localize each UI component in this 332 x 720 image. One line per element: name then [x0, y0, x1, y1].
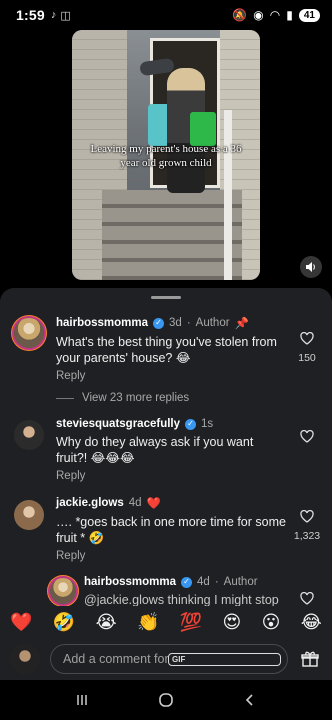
back-icon[interactable] — [243, 693, 257, 707]
my-avatar — [10, 644, 40, 674]
reply-button[interactable]: Reply — [56, 370, 286, 382]
signal-icon: ▮ — [286, 8, 293, 22]
avatar[interactable] — [14, 420, 44, 450]
green-bag — [190, 112, 216, 146]
location-icon: ◉ — [253, 8, 264, 22]
divider — [56, 397, 74, 399]
comment-text: What's the best thing you've stolen from… — [56, 335, 277, 365]
comment-input-placeholder: Add a comment for hairbossm… — [63, 652, 168, 666]
comment-username[interactable]: jackie.glows — [56, 497, 124, 509]
author-tag: Author — [223, 576, 258, 588]
status-time: 1:59 — [16, 7, 45, 23]
comment-username[interactable]: steviesquatsgracefully — [56, 418, 180, 430]
heart-icon[interactable] — [300, 509, 314, 523]
gift-button[interactable] — [298, 647, 322, 671]
tiktok-icon: ♪ — [50, 8, 57, 21]
avatar[interactable] — [14, 500, 44, 530]
heart-reaction-icon: ❤️ — [146, 498, 161, 510]
wifi-icon: ◠ — [269, 8, 281, 22]
status-bar: 1:59 ♪ ◫ 🔕 ◉ ◠ ▮ 41 — [0, 0, 332, 30]
stairs — [102, 190, 242, 280]
emoji-rofl[interactable]: 🤣 — [53, 612, 75, 633]
view-replies-label: View 23 more replies — [82, 392, 190, 404]
heart-icon[interactable] — [300, 591, 314, 605]
comment-time: 4d — [128, 497, 142, 509]
like-control — [292, 429, 322, 448]
avatar[interactable] — [14, 318, 44, 348]
like-count: 1,323 — [293, 530, 321, 542]
recording-icon: ◫ — [60, 9, 71, 22]
system-nav-bar — [0, 680, 332, 720]
emoji-heart-eyes[interactable]: 😍 — [223, 612, 242, 633]
verified-icon: ✓ — [185, 418, 197, 430]
emoji-crying[interactable]: 😭 — [96, 612, 117, 633]
railing — [224, 110, 232, 280]
view-replies[interactable]: View 23 more replies — [56, 392, 189, 404]
comment-text: Why do they always ask if you want fruit… — [56, 435, 254, 465]
comment-input[interactable]: Add a comment for hairbossm… GIF — [50, 644, 288, 674]
video-area: Leaving my parent's house as a 36 year o… — [0, 30, 332, 288]
avatar[interactable] — [50, 578, 76, 604]
emoji-joy[interactable]: 😂 — [301, 612, 322, 633]
comment-username[interactable]: hairbossmomma — [84, 576, 176, 588]
video-caption: Leaving my parent's house as a 36 year o… — [90, 143, 242, 169]
comment-time: 4d — [197, 576, 210, 588]
comment-time: 3d — [169, 317, 182, 329]
gif-button[interactable]: GIF — [168, 652, 281, 666]
reply-button[interactable]: Reply — [56, 550, 286, 562]
reply-button[interactable]: Reply — [56, 470, 286, 482]
home-icon[interactable] — [158, 692, 174, 708]
emoji-heart[interactable]: ❤️ — [10, 612, 32, 633]
emoji-surprised[interactable]: 😮 — [262, 612, 281, 633]
emoji-hundred[interactable]: 💯 — [180, 612, 202, 633]
comment-composer: Add a comment for hairbossm… GIF — [0, 638, 332, 680]
recent-apps-icon[interactable] — [75, 693, 89, 707]
drag-handle[interactable] — [151, 296, 181, 299]
heart-icon[interactable] — [300, 429, 314, 443]
pin-icon: 📌 — [234, 318, 249, 330]
speaker-icon — [306, 262, 315, 272]
gift-icon — [301, 651, 319, 667]
verified-icon: ✓ — [181, 576, 193, 588]
battery-indicator: 41 — [298, 8, 320, 22]
comment-text: …. *goes back in one more time for some … — [56, 515, 286, 545]
like-count: 150 — [298, 352, 316, 364]
like-control: 1,323 — [288, 509, 326, 542]
author-tag: Author — [195, 317, 230, 329]
like-control: 150 — [292, 331, 322, 364]
comment-time: 1s — [201, 418, 214, 430]
reel-video[interactable]: Leaving my parent's house as a 36 year o… — [72, 30, 260, 280]
emoji-quick-bar: ❤️ 🤣 😭 👏 💯 😍 😮 😂 — [0, 606, 332, 638]
comment-username[interactable]: hairbossmomma — [56, 317, 148, 329]
emoji-clap[interactable]: 👏 — [137, 612, 159, 633]
heart-icon[interactable] — [300, 331, 314, 345]
mute-icon: 🔕 — [232, 8, 248, 22]
sound-button[interactable] — [300, 256, 322, 278]
verified-icon: ✓ — [153, 317, 165, 329]
